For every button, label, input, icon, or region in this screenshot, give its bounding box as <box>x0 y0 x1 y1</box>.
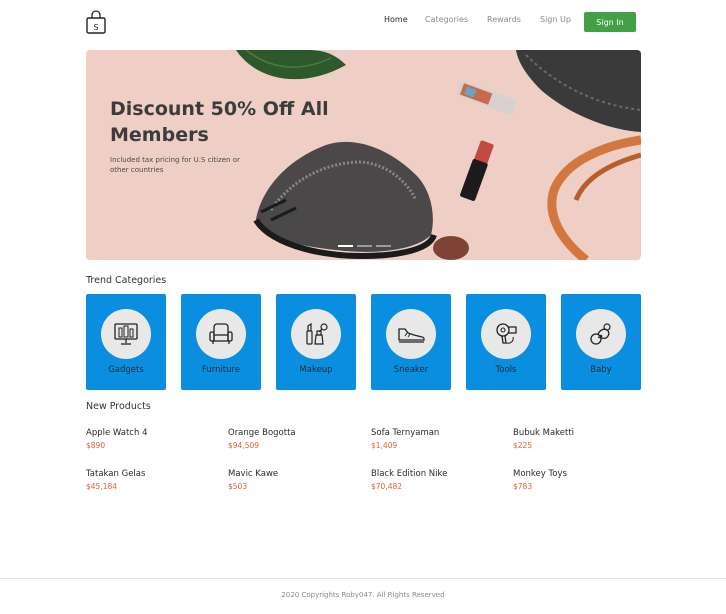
gadgets-icon <box>101 309 151 359</box>
footer: 2020 Copyrights Roby047. All Rights Rese… <box>0 578 726 614</box>
product-item[interactable]: Black Edition Nike $70,482 <box>371 469 501 491</box>
product-item[interactable]: Mavic Kawe $503 <box>228 469 358 491</box>
header: S Home Categories Rewards Sign Up Sign I… <box>0 0 726 44</box>
product-price: $70,482 <box>371 482 403 491</box>
category-label: Gadgets <box>108 365 144 375</box>
carousel-dot[interactable] <box>376 245 391 247</box>
nav-home[interactable]: Home <box>384 15 408 24</box>
product-price: $225 <box>513 441 533 450</box>
product-name: Black Edition Nike <box>371 469 448 479</box>
new-products-title: New Products <box>86 401 151 412</box>
product-item[interactable]: Orange Bogotta $94,509 <box>228 428 358 450</box>
category-tools[interactable]: Tools <box>466 294 546 390</box>
product-price: $45,184 <box>86 482 118 491</box>
hero-subtitle: Included tax pricing for U.S citizen or … <box>110 156 240 174</box>
product-item[interactable]: Monkey Toys $783 <box>513 469 643 491</box>
category-label: Baby <box>590 365 612 375</box>
category-makeup[interactable]: Makeup <box>276 294 356 390</box>
nav-categories[interactable]: Categories <box>425 15 468 24</box>
category-label: Tools <box>495 365 517 375</box>
category-label: Sneaker <box>393 365 429 375</box>
carousel-dot[interactable] <box>357 245 372 247</box>
product-price: $1,409 <box>371 441 398 450</box>
hair-dryer-icon <box>481 309 531 359</box>
pacifier-icon <box>576 309 626 359</box>
footer-copyright: 2020 Copyrights Roby047. All Rights Rese… <box>281 591 445 599</box>
product-name: Mavic Kawe <box>228 469 279 479</box>
sign-in-button[interactable]: Sign In <box>584 12 636 32</box>
product-item[interactable]: Tatakan Gelas $45,184 <box>86 469 216 491</box>
product-price: $783 <box>513 482 533 491</box>
product-price: $890 <box>86 441 106 450</box>
product-item[interactable]: Sofa Ternyaman $1,409 <box>371 428 501 450</box>
carousel-dot[interactable] <box>338 245 353 247</box>
nav-signup[interactable]: Sign Up <box>540 15 571 24</box>
product-name: Tatakan Gelas <box>86 469 146 479</box>
makeup-icon <box>291 309 341 359</box>
product-name: Sofa Ternyaman <box>371 428 440 438</box>
product-name: Apple Watch 4 <box>86 428 148 438</box>
trend-categories-title: Trend Categories <box>86 275 167 286</box>
product-name: Orange Bogotta <box>228 428 296 438</box>
category-sneaker[interactable]: Sneaker <box>371 294 451 390</box>
category-baby[interactable]: Baby <box>561 294 641 390</box>
product-name: Monkey Toys <box>513 469 567 479</box>
category-gadgets[interactable]: Gadgets <box>86 294 166 390</box>
category-label: Furniture <box>201 365 241 375</box>
category-label: Makeup <box>299 365 333 375</box>
hero-banner[interactable]: Discount 50% Off All Members Included ta… <box>86 50 641 260</box>
product-price: $94,509 <box>228 441 260 450</box>
category-furniture[interactable]: Furniture <box>181 294 261 390</box>
hero-title: Discount 50% Off All Members <box>110 98 329 146</box>
nav-rewards[interactable]: Rewards <box>487 15 521 24</box>
shopping-bag-logo-icon[interactable]: S <box>86 10 106 34</box>
product-item[interactable]: Apple Watch 4 $890 <box>86 428 216 450</box>
logo-letter: S <box>93 23 98 32</box>
product-name: Bubuk Maketti <box>513 428 575 438</box>
product-item[interactable]: Bubuk Maketti $225 <box>513 428 643 450</box>
product-price: $503 <box>228 482 248 491</box>
sneaker-icon <box>386 309 436 359</box>
carousel-dots <box>338 245 391 247</box>
armchair-icon <box>196 309 246 359</box>
